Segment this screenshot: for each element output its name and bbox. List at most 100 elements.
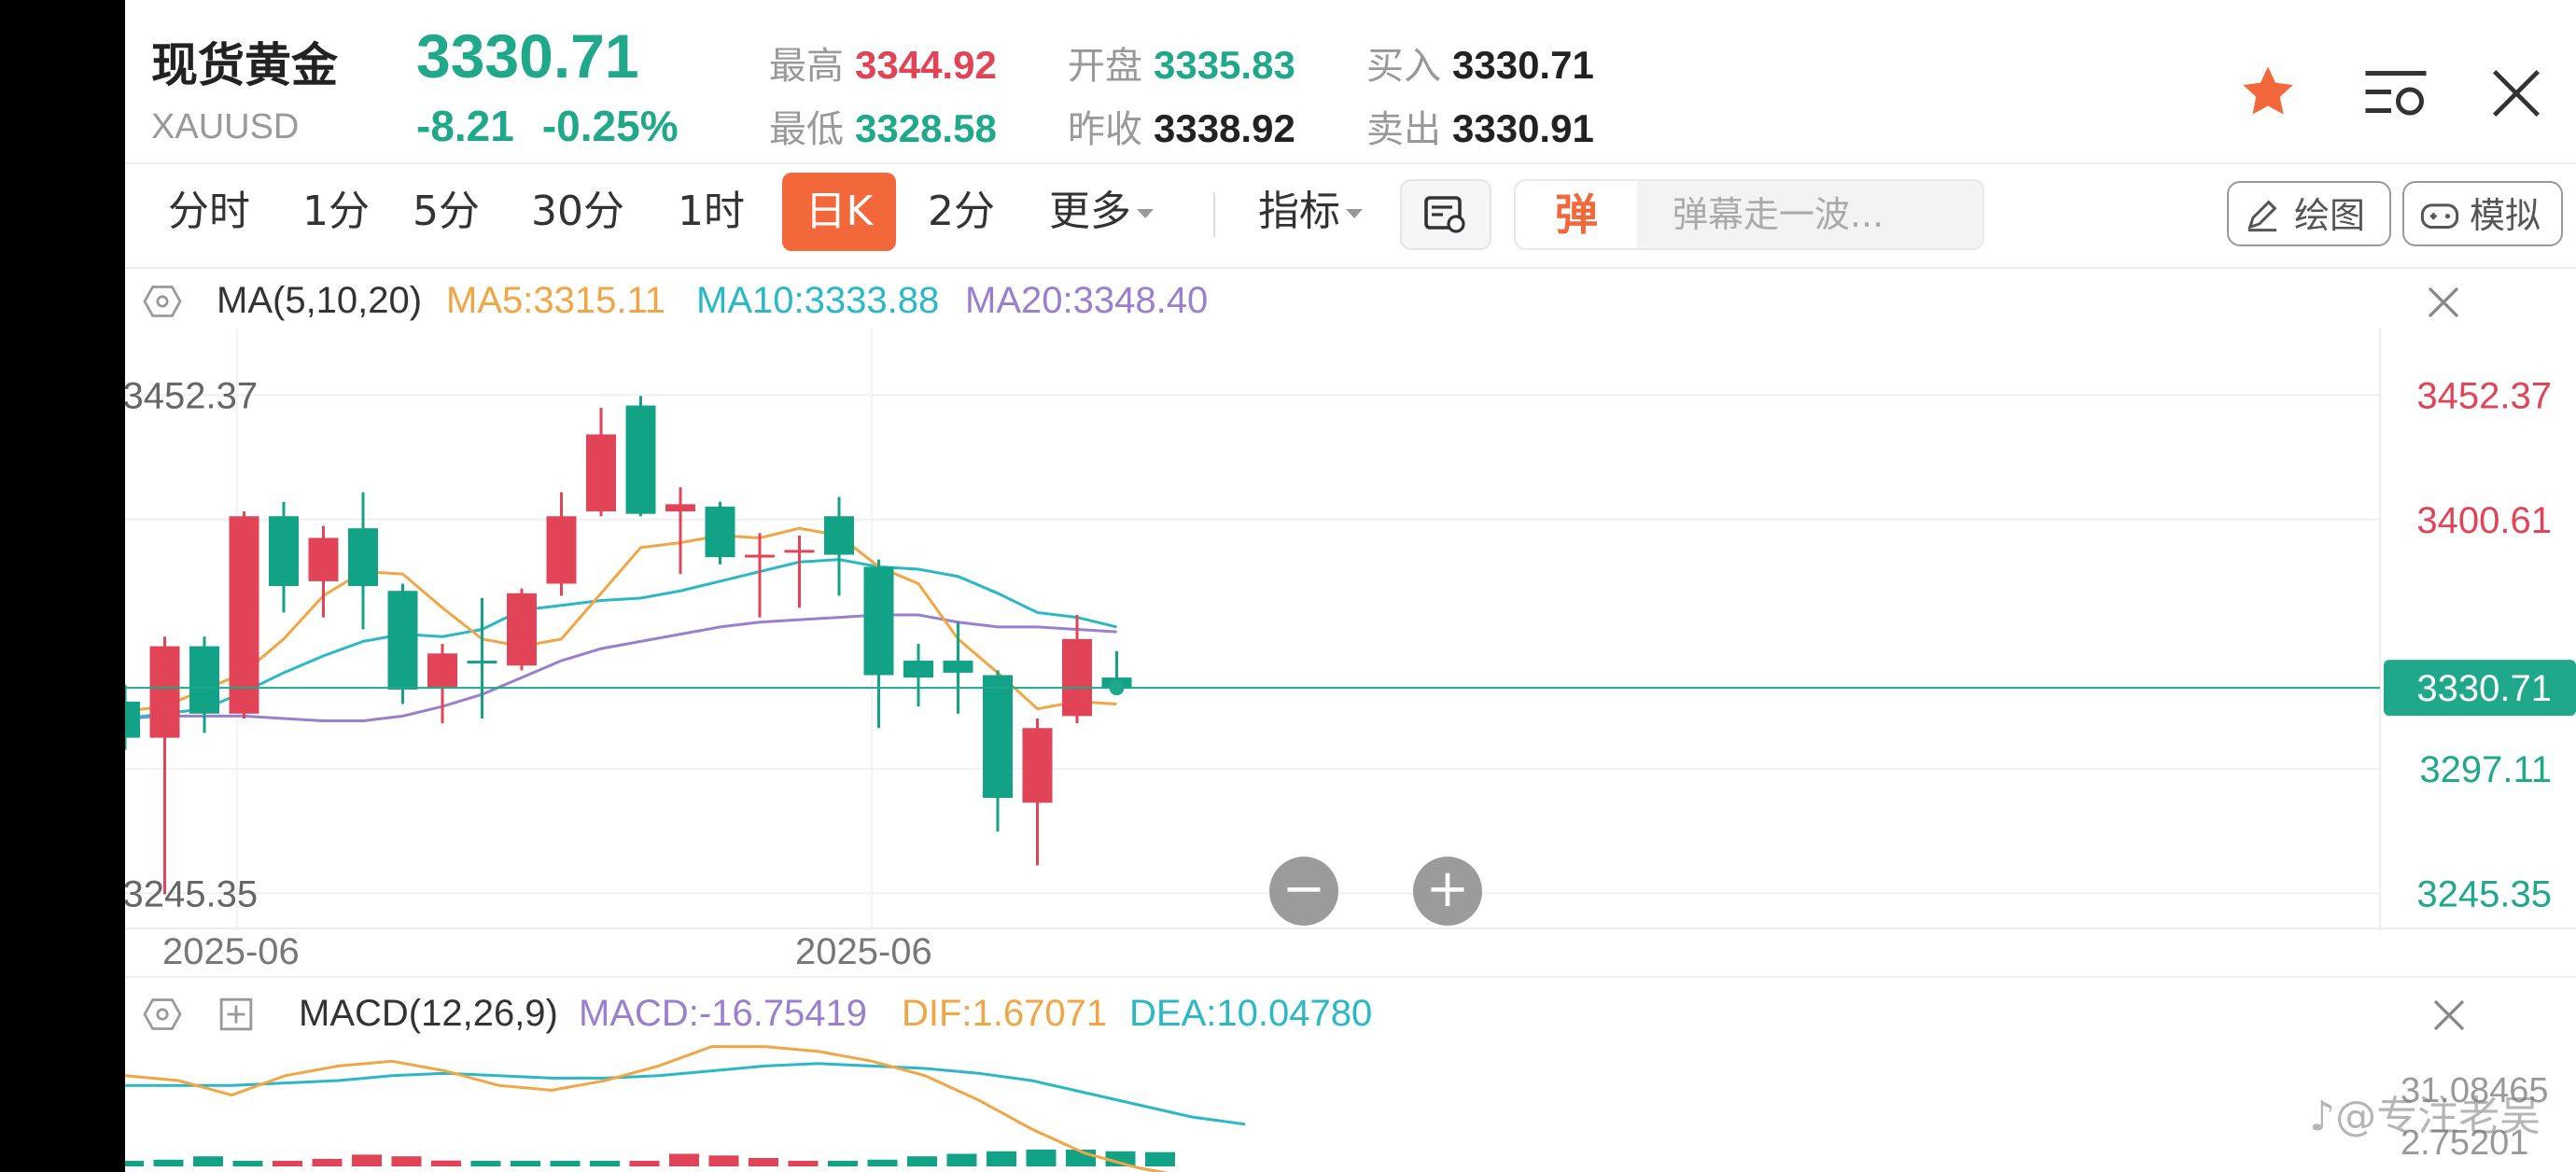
hexagon-settings-icon[interactable]	[142, 284, 183, 319]
candle-body	[586, 434, 616, 512]
danmu-icon[interactable]: 弹	[1516, 181, 1637, 248]
tab-1min[interactable]: 1分	[289, 173, 383, 251]
macd-histogram-bar	[193, 1156, 223, 1166]
macd-histogram-bar	[987, 1151, 1016, 1166]
ma20-value: MA20:3348.40	[965, 280, 1209, 321]
macd-histogram-bar	[232, 1161, 263, 1166]
header-divider	[125, 162, 2576, 164]
candle-body	[824, 516, 854, 555]
macd-histogram-bar	[867, 1159, 898, 1166]
dea-value: DEA:10.04780	[1129, 993, 1373, 1034]
candle-body	[983, 675, 1013, 799]
macd-histogram-bar	[1026, 1150, 1057, 1166]
stat-open: 开盘 3335.83	[1068, 43, 1295, 88]
close-ma-icon[interactable]	[2425, 284, 2462, 321]
candle-body	[705, 506, 735, 558]
macd-legend: MACD(12,26,9) MACD:-16.75419 DIF:1.67071…	[125, 985, 2576, 1041]
candle-body	[229, 516, 259, 714]
x-axis-label-1: 2025-06	[162, 931, 300, 972]
macd-histogram-bar	[749, 1158, 778, 1166]
candle-body	[665, 504, 695, 512]
candle-body	[387, 591, 418, 690]
plus-icon: +	[1425, 858, 1470, 919]
ma5-value: MA5:3315.11	[446, 280, 665, 321]
minus-icon: −	[1281, 858, 1326, 919]
settings-list-icon[interactable]	[2363, 67, 2429, 121]
close-macd-icon[interactable]	[2430, 997, 2468, 1034]
candle-body	[863, 566, 894, 676]
add-indicator-icon[interactable]	[218, 997, 254, 1032]
close-icon[interactable]	[2490, 67, 2542, 119]
hexagon-settings-icon[interactable]	[142, 997, 183, 1032]
stock-detail-page: 现货黄金 XAUUSD 3330.71 -8.21 -0.25% 最高 3344.9…	[125, 0, 2576, 1172]
danmu-input[interactable]: 弹 弹幕走一波...	[1514, 179, 1984, 250]
x-axis-label-2: 2025-06	[795, 931, 932, 972]
macd-histogram-bar	[511, 1161, 540, 1166]
tab-2min[interactable]: 2分	[915, 173, 1008, 251]
last-price: 3330.71	[416, 21, 639, 91]
draw-label: 绘图	[2294, 195, 2366, 236]
chevron-down-icon	[1137, 209, 1154, 218]
min-price-label: 3245.35	[125, 873, 258, 914]
candle-body	[348, 528, 378, 587]
watermark-text: @专注老吴	[2335, 1093, 2541, 1140]
macd-histogram-bar	[550, 1161, 581, 1166]
change-value: -8.21	[416, 102, 514, 150]
candle-body	[625, 405, 656, 514]
ma-title: MA(5,10,20)	[217, 280, 423, 321]
current-price-badge-label: 3330.71	[2416, 668, 2552, 709]
tab-fenshi[interactable]: 分时	[153, 173, 265, 251]
stat-prev-close: 昨收 3338.92	[1068, 106, 1295, 151]
star-favorite-icon[interactable]	[2236, 62, 2300, 121]
candle-body	[427, 653, 457, 688]
instrument-name: 现货黄金	[151, 38, 338, 92]
candlestick-chart[interactable]: 3452.37 3245.35 3452.37 3400.61 3297.11 3245.…	[125, 328, 2576, 930]
tab-more[interactable]: 更多	[1036, 173, 1167, 251]
instrument-code: XAUUSD	[151, 107, 300, 146]
gamepad-icon	[2420, 203, 2459, 230]
draw-button[interactable]: 绘图	[2227, 181, 2391, 246]
candle-body	[745, 554, 775, 558]
candle-body	[467, 661, 497, 664]
tiktok-icon: ♪	[2309, 1093, 2336, 1140]
candle-body	[189, 646, 219, 714]
candle-body	[903, 661, 933, 678]
macd-histogram-bar	[312, 1158, 343, 1166]
watermark: ♪@专注老吴	[2309, 1082, 2541, 1142]
candle-body	[149, 646, 180, 738]
macd-histogram-bar	[1145, 1151, 1175, 1166]
macd-histogram-bar	[669, 1153, 699, 1166]
y-axis-tick-label: 3245.35	[2416, 873, 2552, 914]
left-black-strip	[0, 0, 125, 1172]
candle-body	[125, 701, 140, 738]
y-axis-tick-label: 3297.11	[2419, 749, 2552, 790]
tab-daily-k[interactable]: 日K	[782, 173, 896, 251]
zoom-in-button[interactable]: +	[1413, 857, 1482, 926]
stat-high: 最高 3344.92	[769, 43, 997, 88]
simulate-button[interactable]: 模拟	[2402, 181, 2563, 246]
macd-histogram-bar	[629, 1161, 660, 1166]
candle-body	[784, 550, 815, 553]
price-change: -8.21 -0.25%	[416, 101, 707, 151]
macd-histogram-bar	[391, 1156, 422, 1166]
current-price-dot	[1109, 680, 1125, 696]
candle-body	[1022, 728, 1053, 803]
toolbar-separator	[1213, 192, 1215, 237]
tab-5min[interactable]: 5分	[399, 173, 493, 251]
macd-histogram-bar	[946, 1153, 977, 1166]
dea-line	[125, 1062, 1246, 1126]
zoom-out-button[interactable]: −	[1269, 857, 1338, 926]
dif-value: DIF:1.67071	[902, 993, 1108, 1034]
indicator-dropdown[interactable]: 指标	[1245, 173, 1376, 251]
tab-30min[interactable]: 30分	[517, 173, 638, 251]
chart-settings-button[interactable]	[1400, 179, 1491, 250]
ma-legend: MA(5,10,20) MA5:3315.11 MA10:3333.88 MA2…	[125, 272, 2576, 328]
macd-title: MACD(12,26,9)	[299, 993, 558, 1034]
chevron-down-icon	[1346, 209, 1363, 218]
macd-histogram-bar	[788, 1161, 819, 1166]
candle-body	[1062, 638, 1092, 717]
tab-1hour[interactable]: 1时	[665, 173, 758, 251]
macd-chart[interactable]	[125, 1036, 2576, 1172]
macd-histogram-bar	[431, 1160, 461, 1166]
danmu-placeholder: 弹幕走一波...	[1673, 194, 1884, 235]
